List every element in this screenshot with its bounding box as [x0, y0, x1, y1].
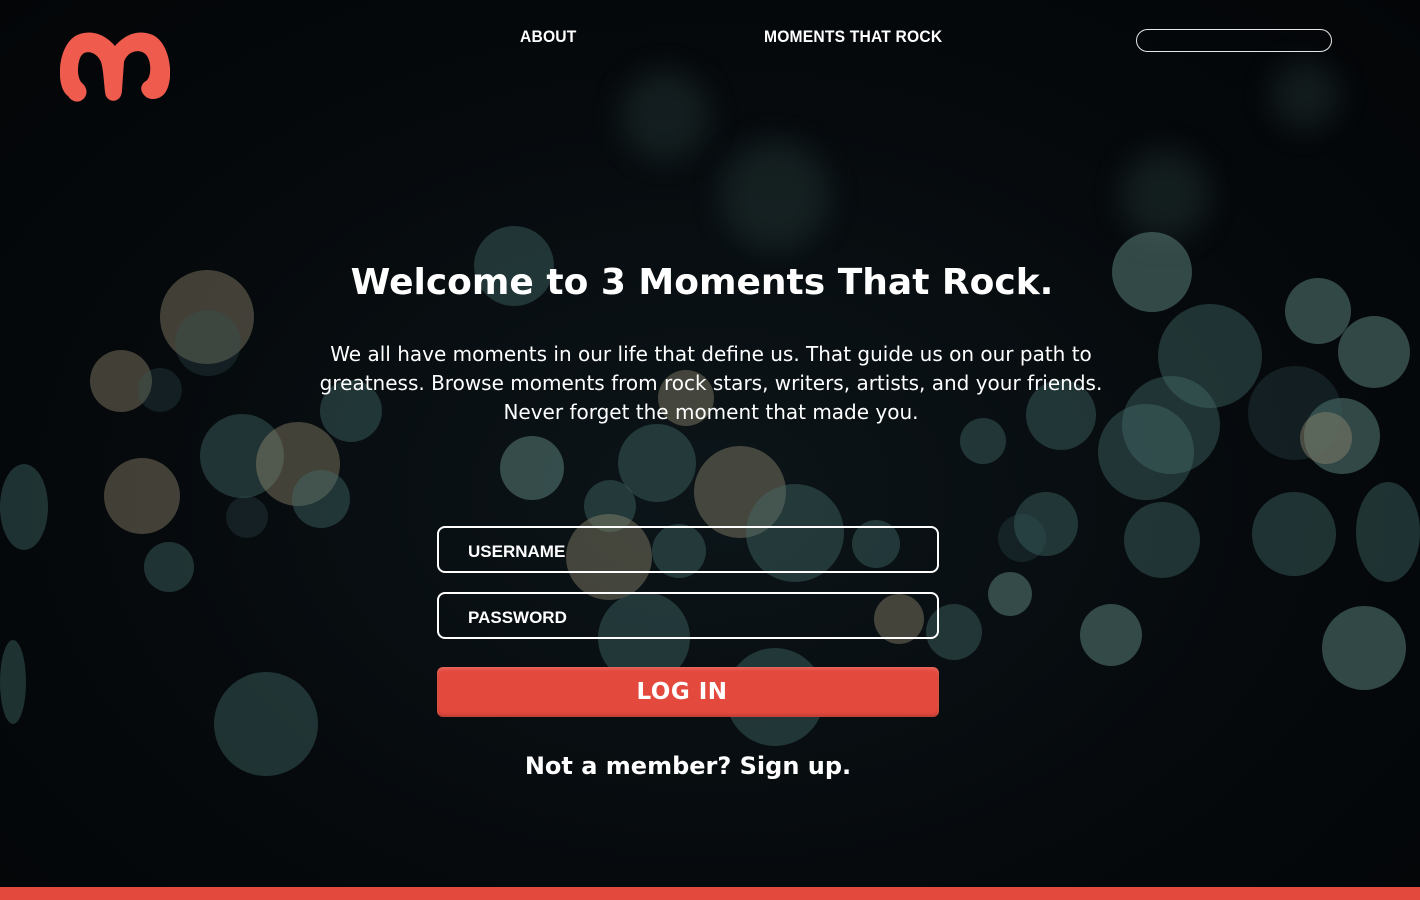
page-title: Welcome to 3 Moments That Rock.	[350, 262, 1054, 303]
hero-description-line: Never forget the moment that made you.	[503, 400, 919, 424]
signup-link[interactable]: Not a member? Sign up.	[437, 752, 939, 780]
username-field[interactable]	[437, 526, 939, 573]
footer-accent-bar	[0, 887, 1420, 900]
search-input[interactable]	[1136, 29, 1332, 52]
nav-moments-that-rock-link[interactable]: MOMENTS THAT ROCK	[764, 27, 942, 47]
hero-description-line: We all have moments in our life that def…	[330, 342, 1092, 366]
login-page: ABOUT MOMENTS THAT ROCK Welcome to 3 Mom…	[0, 0, 1420, 900]
hero-description: We all have moments in our life that def…	[290, 340, 1132, 427]
m-logo-icon[interactable]	[60, 26, 170, 106]
login-button[interactable]: LOG IN	[437, 667, 939, 717]
password-field[interactable]	[437, 592, 939, 639]
nav-about-link[interactable]: ABOUT	[520, 27, 577, 47]
hero-description-line: greatness. Browse moments from rock star…	[319, 371, 1103, 395]
